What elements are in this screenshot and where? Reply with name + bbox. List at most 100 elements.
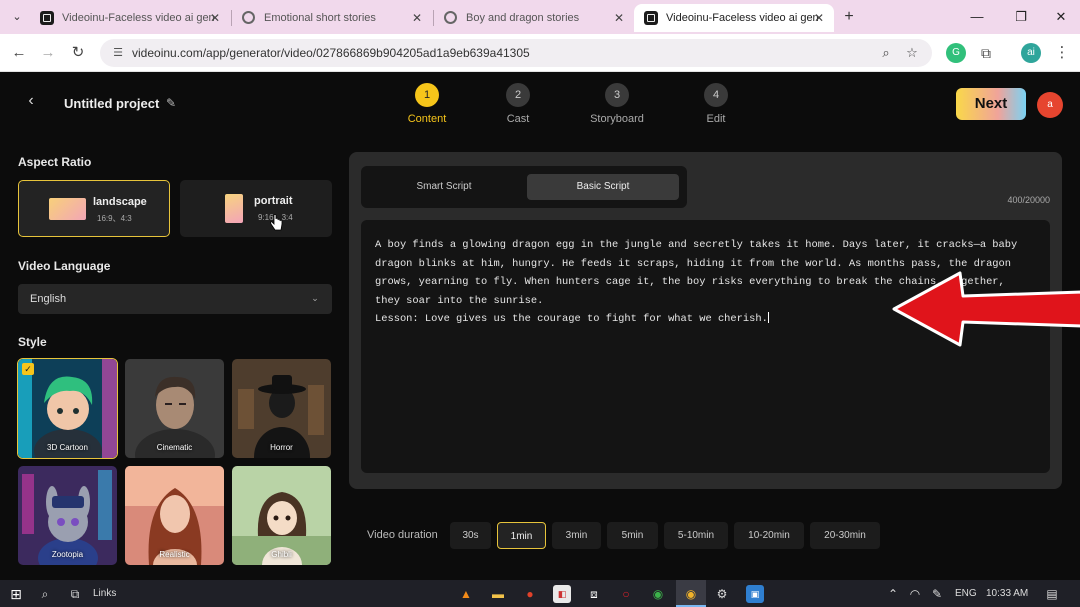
video-language-label: Video Language — [18, 259, 111, 273]
tab-close-icon[interactable]: ✕ — [614, 4, 624, 32]
duration-3min-button[interactable]: 3min — [552, 522, 601, 549]
input-language[interactable]: ENG — [955, 580, 977, 607]
browser-tab-4-active[interactable]: Videoinu-Faceless video ai gen ✕ — [634, 4, 834, 32]
basic-script-tab[interactable]: Basic Script — [527, 174, 679, 200]
step-number: 3 — [605, 83, 629, 107]
style-label: Style — [18, 335, 47, 349]
duration-5-10min-button[interactable]: 5-10min — [664, 522, 728, 549]
wifi-icon[interactable]: ◠ — [906, 585, 924, 603]
chrome-icon[interactable]: ◉ — [649, 585, 667, 603]
zoom-icon[interactable]: ⌕ — [878, 45, 894, 61]
profile-avatar[interactable]: ai — [1021, 43, 1041, 63]
site-info-icon[interactable]: ☰ — [110, 45, 126, 61]
style-horror-card[interactable]: Horror — [232, 359, 331, 458]
grok-favicon-icon — [444, 11, 457, 24]
step-edit[interactable]: 4 Edit — [671, 83, 761, 125]
clock-time[interactable]: 10:33 AM — [986, 580, 1028, 607]
selected-language: English — [30, 293, 67, 305]
duration-5min-button[interactable]: 5min — [607, 522, 658, 549]
browser-tab-3[interactable]: Boy and dragon stories ✕ — [434, 4, 634, 32]
step-label: Storyboard — [590, 113, 644, 125]
search-icon[interactable]: ⌕ — [36, 585, 54, 603]
windows-start-icon[interactable]: ⊞ — [7, 585, 25, 603]
capcut-icon[interactable]: ⧈ — [585, 585, 603, 603]
aspect-ratios: 16:9、4:3 — [97, 214, 132, 223]
tab-close-icon[interactable]: ✕ — [814, 4, 824, 32]
edit-title-icon[interactable]: ✎ — [163, 95, 179, 111]
smart-script-tab[interactable]: Smart Script — [369, 174, 519, 200]
tab-close-icon[interactable]: ✕ — [210, 4, 220, 32]
url-text[interactable]: videoinu.com/app/generator/video/0278668… — [132, 39, 530, 67]
tab-title: Videoinu-Faceless video ai gen — [62, 12, 215, 24]
red-pointer-arrow-icon — [892, 271, 1080, 347]
tab-title: Boy and dragon stories — [466, 12, 580, 24]
step-label: Cast — [506, 113, 530, 125]
back-icon[interactable]: ← — [9, 43, 29, 63]
duration-30s-button[interactable]: 30s — [450, 522, 491, 549]
chevron-down-icon: ⌄ — [311, 293, 319, 303]
vlc-icon[interactable]: ▲ — [457, 585, 475, 603]
task-view-icon[interactable]: ⧉ — [66, 585, 84, 603]
chrome-active-icon[interactable]: ◉ — [682, 585, 700, 603]
browser-toolbar: ← → ↻ ☰ videoinu.com/app/generator/video… — [0, 34, 1080, 72]
style-name: Cinematic — [156, 443, 193, 452]
back-chevron-icon[interactable]: ‹ — [22, 92, 40, 110]
step-storyboard[interactable]: 3 Storyboard — [572, 83, 662, 125]
video-language-select[interactable]: English ⌄ — [18, 284, 332, 314]
videoinu-favicon-icon — [40, 11, 54, 25]
style-realistic-card[interactable]: Realistic — [125, 466, 224, 565]
settings-gear-icon[interactable]: ⚙ — [713, 585, 731, 603]
step-label: Edit — [706, 113, 726, 125]
text-caret — [767, 312, 769, 324]
selected-check-icon: ✓ — [22, 363, 34, 375]
videoinu-favicon-icon — [644, 11, 658, 25]
browser-tab-2[interactable]: Emotional short stories ✕ — [232, 4, 432, 32]
aspect-portrait-card[interactable]: portrait 9:16、3:4 — [180, 180, 332, 237]
pdf-icon[interactable]: ◧ — [553, 585, 571, 603]
aspect-landscape-card[interactable]: landscape 16:9、4:3 — [18, 180, 170, 237]
step-number: 2 — [506, 83, 530, 107]
grammarly-extension-icon[interactable]: G — [946, 43, 966, 63]
bookmark-star-icon[interactable]: ☆ — [904, 45, 920, 61]
hand-cursor-icon — [270, 214, 283, 231]
duration-10-20min-button[interactable]: 10-20min — [734, 522, 804, 549]
minimize-icon[interactable]: — — [962, 6, 992, 28]
powerpoint-icon[interactable]: ● — [521, 585, 539, 603]
chevron-up-icon[interactable]: ⌃ — [884, 585, 902, 603]
links-toolbar[interactable]: Links — [93, 580, 116, 607]
notifications-icon[interactable]: ▤ — [1043, 585, 1061, 603]
extensions-puzzle-icon[interactable]: ⧉ — [976, 43, 996, 63]
tab-title: Emotional short stories — [264, 12, 376, 24]
tab-search-icon[interactable]: ⌄ — [8, 8, 26, 26]
duration-1min-button[interactable]: 1min — [497, 522, 546, 549]
style-3d-cartoon-card[interactable]: ✓ 3D Cartoon — [17, 358, 118, 459]
restore-icon[interactable]: ❐ — [1006, 6, 1036, 28]
style-name: 3D Cartoon — [47, 443, 88, 452]
file-explorer-icon[interactable]: ▬ — [489, 585, 507, 603]
step-cast[interactable]: 2 Cast — [473, 83, 563, 125]
step-content[interactable]: 1 Content — [382, 83, 472, 125]
browser-tab-1[interactable]: Videoinu-Faceless video ai gen ✕ — [30, 4, 230, 32]
tab-close-icon[interactable]: ✕ — [412, 4, 422, 32]
duration-20-30min-button[interactable]: 20-30min — [810, 522, 880, 549]
opera-icon[interactable]: ○ — [617, 585, 635, 603]
style-name: Realistic — [159, 550, 190, 559]
character-count: 400/20000 — [1007, 195, 1050, 205]
forward-icon[interactable]: → — [38, 43, 58, 63]
browser-menu-icon[interactable]: ⋮ — [1052, 43, 1072, 63]
style-zootopia-card[interactable]: Zootopia — [18, 466, 117, 565]
windows-taskbar: ⊞ ⌕ ⧉ Links ▲ ▬ ● ◧ ⧈ ○ ◉ ◉ ⚙ ▣ ⌃ ◠ ✎ EN… — [0, 580, 1080, 607]
aspect-ratio-label: Aspect Ratio — [18, 155, 92, 169]
reload-icon[interactable]: ↻ — [68, 43, 88, 63]
address-bar[interactable]: ☰ videoinu.com/app/generator/video/02786… — [100, 39, 932, 67]
aspect-name: portrait — [254, 195, 293, 207]
style-name: Ghibli — [271, 550, 292, 559]
user-avatar[interactable]: a — [1037, 92, 1063, 118]
pen-icon[interactable]: ✎ — [928, 585, 946, 603]
style-ghibli-card[interactable]: Ghibli — [232, 466, 331, 565]
window-close-icon[interactable]: ✕ — [1046, 6, 1076, 28]
new-tab-button[interactable]: + — [840, 6, 858, 28]
style-cinematic-card[interactable]: Cinematic — [125, 359, 224, 458]
next-button[interactable]: Next — [956, 88, 1026, 120]
app-window-icon[interactable]: ▣ — [746, 585, 764, 603]
